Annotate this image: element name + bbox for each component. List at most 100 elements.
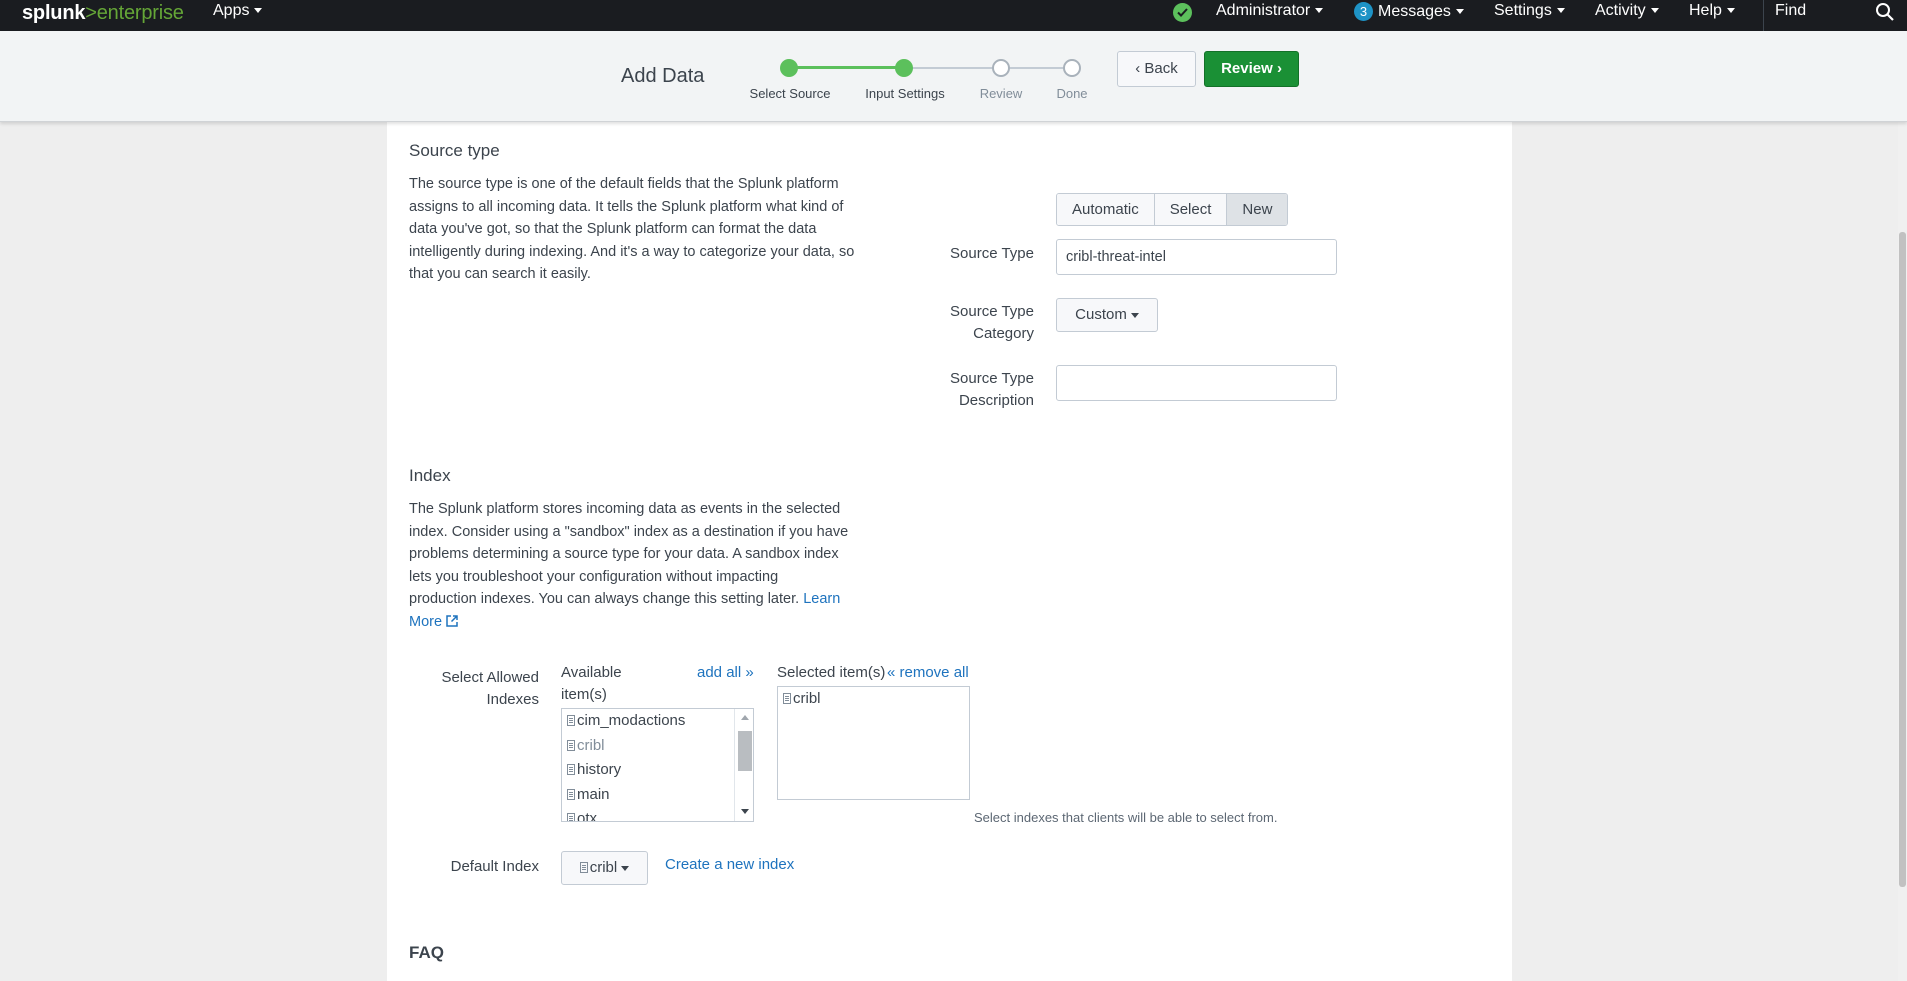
settings-menu[interactable]: Settings (1494, 2, 1565, 20)
scroll-up-icon[interactable] (741, 715, 749, 720)
list-item-label: otx (577, 810, 598, 822)
remove-all-link[interactable]: « remove all (887, 664, 969, 681)
source-type-description: The source type is one of the default fi… (409, 176, 855, 282)
scroll-thumb[interactable] (738, 731, 752, 771)
step-review-dot (992, 59, 1010, 77)
chevron-down-icon (1650, 8, 1659, 14)
category-label-line2: Category (973, 325, 1034, 342)
list-item-label: main (577, 785, 610, 803)
list-item-label: history (577, 761, 622, 778)
allowed-label-line2: Indexes (486, 691, 539, 708)
splunk-logo[interactable]: splunk>enterprise (22, 2, 184, 25)
list-item-label: cribl (793, 690, 821, 707)
list-item[interactable]: otx (562, 807, 753, 822)
find-placeholder: Find (1775, 2, 1807, 19)
chevron-down-icon (254, 8, 263, 14)
top-nav-bar: splunk>enterprise Apps Administrator 3 Me… (0, 0, 1907, 31)
default-index-dropdown[interactable]: cribl (561, 851, 648, 885)
mode-automatic-button[interactable]: Automatic (1057, 194, 1155, 225)
apps-menu-label: Apps (213, 2, 250, 19)
chevron-right-icon: › (1276, 60, 1282, 77)
administrator-menu[interactable]: Administrator (1216, 2, 1324, 20)
list-item[interactable]: history (562, 758, 753, 783)
step-select-source-dot (780, 59, 798, 77)
index-description: The Splunk platform stores incoming data… (409, 498, 849, 633)
chevron-down-icon (621, 865, 630, 871)
available-items-label: Available item(s) (561, 662, 622, 706)
source-type-input[interactable]: cribl-threat-intel (1056, 239, 1337, 275)
progress-line-complete (789, 66, 904, 69)
index-icon (567, 715, 575, 726)
administrator-label: Administrator (1216, 2, 1311, 19)
list-item[interactable]: main (562, 783, 753, 808)
index-icon (567, 788, 575, 800)
index-icon (579, 862, 588, 873)
search-icon[interactable] (1875, 2, 1895, 22)
source-type-description-label: Source Type Description (900, 368, 1034, 412)
logo-text: splunk (22, 2, 86, 24)
index-icon (567, 764, 575, 775)
scroll-down-icon[interactable] (741, 809, 749, 814)
step-input-settings-label: Input Settings (865, 86, 945, 101)
help-label: Help (1689, 2, 1722, 19)
source-type-label: Source Type (950, 245, 1034, 262)
chevron-down-icon (1726, 8, 1735, 14)
health-status-icon[interactable] (1173, 3, 1192, 22)
step-select-source-label: Select Source (749, 86, 831, 101)
chevron-down-icon (1455, 9, 1464, 15)
page-scroll-thumb[interactable] (1899, 232, 1906, 887)
faq-heading: FAQ (409, 943, 444, 962)
list-item[interactable]: cribl (778, 687, 969, 712)
find-search-box[interactable]: Find (1763, 0, 1907, 31)
source-type-description-input[interactable] (1056, 365, 1337, 401)
activity-label: Activity (1595, 2, 1646, 19)
review-button[interactable]: Review › (1204, 51, 1299, 87)
description-label-line1: Source Type (950, 370, 1034, 387)
step-review-label: Review (979, 86, 1023, 101)
messages-menu[interactable]: 3 Messages (1354, 2, 1464, 21)
activity-menu[interactable]: Activity (1595, 2, 1659, 20)
available-indexes-list[interactable]: cim_modactions cribl history main otx (561, 708, 754, 822)
add-all-link[interactable]: add all » (697, 664, 754, 681)
review-button-label: Review (1221, 60, 1273, 77)
index-description-text: The Splunk platform stores incoming data… (409, 501, 849, 607)
category-label-line1: Source Type (950, 303, 1034, 320)
messages-label: Messages (1378, 3, 1451, 20)
description-label-line2: Description (958, 392, 1034, 409)
index-heading: Index (409, 466, 451, 485)
list-item-label: cribl (577, 736, 605, 754)
selected-items-label: Selected item(s) (777, 664, 886, 681)
page-title: Add Data (621, 65, 705, 87)
help-menu[interactable]: Help (1689, 2, 1735, 20)
mode-select-button[interactable]: Select (1154, 194, 1228, 225)
step-done-dot (1063, 59, 1081, 77)
available-label-line1: Available (561, 664, 622, 681)
chevron-down-icon (1556, 8, 1565, 14)
apps-menu[interactable]: Apps (213, 2, 263, 20)
step-input-settings-dot (895, 59, 913, 77)
index-icon (567, 739, 575, 751)
default-index-value: cribl (589, 859, 618, 876)
page-scrollbar[interactable] (1898, 122, 1907, 981)
source-type-mode-toggle: Automatic Select New (1056, 193, 1289, 226)
source-type-category-dropdown[interactable]: Custom (1056, 298, 1158, 332)
chevron-down-icon (1315, 8, 1324, 14)
selected-indexes-list[interactable]: cribl (777, 686, 970, 800)
external-link-icon (446, 614, 458, 627)
list-item[interactable]: cim_modactions (562, 709, 753, 734)
allowed-label-line1: Select Allowed (441, 669, 539, 686)
list-item[interactable]: cribl (562, 734, 753, 759)
messages-count-badge: 3 (1354, 2, 1373, 21)
list-scrollbar[interactable] (734, 709, 753, 821)
index-icon (783, 693, 791, 704)
progress-line-remaining (904, 67, 1072, 69)
back-button[interactable]: ‹ Back (1117, 51, 1196, 87)
create-new-index-link[interactable]: Create a new index (665, 856, 794, 873)
back-button-label: Back (1144, 60, 1178, 77)
mode-new-button[interactable]: New (1227, 194, 1288, 225)
settings-label: Settings (1494, 2, 1552, 19)
logo-product: enterprise (96, 2, 184, 24)
allowed-indexes-hint: Select indexes that clients will be able… (974, 810, 1278, 825)
logo-gt: > (85, 2, 97, 24)
available-label-line2: item(s) (561, 686, 607, 703)
